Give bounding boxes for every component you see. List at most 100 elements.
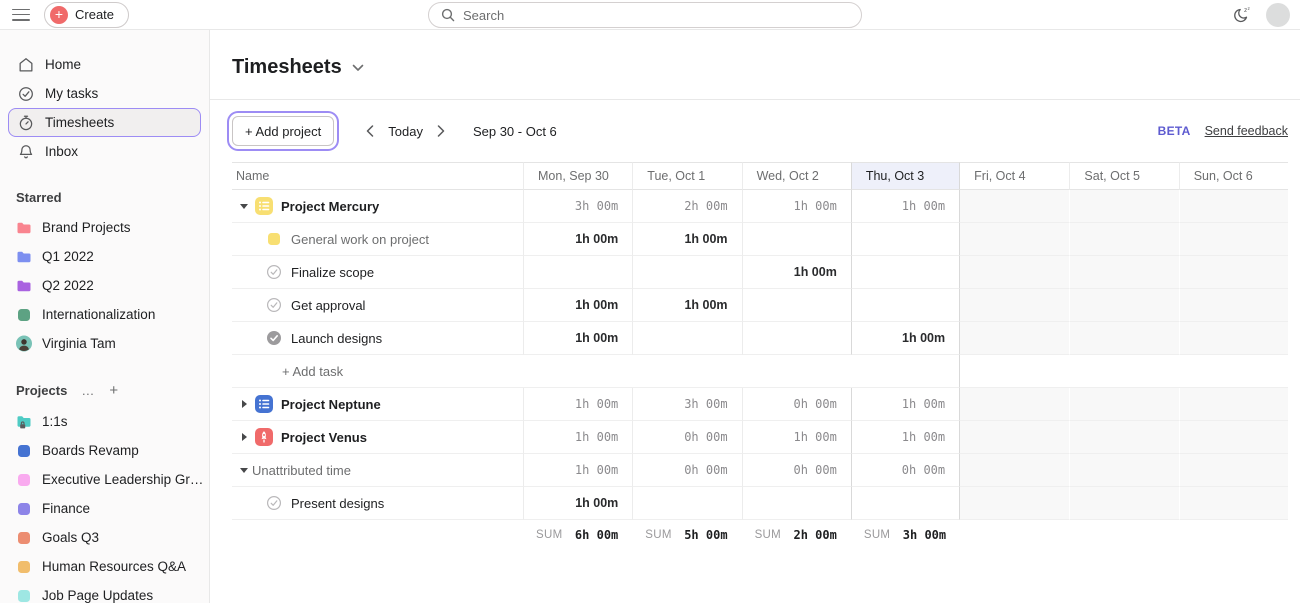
time-cell[interactable]: [1179, 223, 1288, 256]
time-cell[interactable]: [851, 256, 960, 289]
time-cell[interactable]: [1179, 487, 1288, 520]
sum-value: 6h 00m: [575, 528, 618, 542]
time-cell[interactable]: [632, 322, 741, 355]
check-circle-icon[interactable]: [264, 297, 284, 313]
snooze-moon-icon[interactable]: z z: [1232, 6, 1252, 24]
starred-item-virginia-tam[interactable]: Virginia Tam: [8, 329, 201, 358]
project-item-finance[interactable]: Finance: [8, 494, 201, 523]
check-circle-icon[interactable]: [264, 495, 284, 511]
time-cell[interactable]: [851, 223, 960, 256]
time-cell[interactable]: [1069, 322, 1178, 355]
create-button-label: Create: [75, 7, 114, 22]
sidebar-item-inbox[interactable]: Inbox: [8, 137, 201, 166]
sum-label: SUM: [645, 529, 671, 541]
project-item-executive-leadership-gr[interactable]: Executive Leadership Gr…: [8, 465, 201, 494]
time-cell: 3h 00m: [632, 388, 741, 421]
projects-add-icon[interactable]: +: [109, 382, 118, 399]
search-bar[interactable]: [428, 2, 862, 28]
list-item-label: Executive Leadership Gr…: [42, 472, 203, 487]
today-button[interactable]: Today: [388, 124, 423, 139]
project-row-project-mercury[interactable]: Project Mercury: [232, 190, 523, 223]
time-cell[interactable]: [1069, 487, 1178, 520]
time-cell[interactable]: 1h 00m: [523, 289, 632, 322]
project-item-goals-q3[interactable]: Goals Q3: [8, 523, 201, 552]
create-button[interactable]: + Create: [44, 2, 129, 28]
square-swatch: [16, 445, 32, 457]
sidebar-item-label: My tasks: [45, 86, 98, 101]
time-cell[interactable]: [523, 256, 632, 289]
time-cell[interactable]: 1h 00m: [632, 289, 741, 322]
chevron-down-icon[interactable]: [352, 64, 364, 72]
time-cell[interactable]: [742, 289, 851, 322]
time-cell[interactable]: [742, 487, 851, 520]
project-row-project-venus[interactable]: Project Venus: [232, 421, 523, 454]
time-cell[interactable]: [632, 256, 741, 289]
add-task-label[interactable]: + Add task: [236, 364, 343, 379]
projects-more-icon[interactable]: …: [81, 383, 95, 398]
time-cell[interactable]: [1069, 289, 1178, 322]
caret-down-icon[interactable]: [236, 204, 252, 209]
time-cell[interactable]: 1h 00m: [851, 322, 960, 355]
time-cell: 1h 00m: [523, 454, 632, 487]
time-cell[interactable]: [851, 487, 960, 520]
time-cell[interactable]: 1h 00m: [742, 256, 851, 289]
starred-item-internationalization[interactable]: Internationalization: [8, 300, 201, 329]
project-row-project-neptune[interactable]: Project Neptune: [232, 388, 523, 421]
project-row-label: Project Mercury: [281, 199, 379, 214]
time-cell[interactable]: [1179, 289, 1288, 322]
check-circle-icon[interactable]: [264, 264, 284, 280]
search-input[interactable]: [463, 8, 849, 23]
time-cell[interactable]: [960, 223, 1069, 256]
time-value: 3h 00m: [684, 397, 727, 411]
project-item-job-page-updates[interactable]: Job Page Updates: [8, 581, 201, 603]
user-avatar[interactable]: [1266, 3, 1290, 27]
project-item-boards-revamp[interactable]: Boards Revamp: [8, 436, 201, 465]
time-cell[interactable]: [1069, 223, 1178, 256]
time-cell[interactable]: [960, 256, 1069, 289]
time-cell[interactable]: 1h 00m: [523, 487, 632, 520]
sidebar-item-home[interactable]: Home: [8, 50, 201, 79]
add-project-button[interactable]: + Add project: [232, 116, 334, 146]
sum-cell: [1179, 520, 1288, 550]
starred-item-brand-projects[interactable]: Brand Projects: [8, 213, 201, 242]
time-cell[interactable]: 1h 00m: [523, 223, 632, 256]
add-task-button[interactable]: + Add task: [232, 355, 523, 388]
task-row-get-approval[interactable]: Get approval: [232, 289, 523, 322]
chevron-right-icon[interactable]: [431, 125, 451, 137]
task-row-general-work-on-project[interactable]: General work on project: [232, 223, 523, 256]
project-item-human-resources-q-a[interactable]: Human Resources Q&A: [8, 552, 201, 581]
task-row-finalize-scope[interactable]: Finalize scope: [232, 256, 523, 289]
time-cell[interactable]: [960, 487, 1069, 520]
sidebar-item-timesheets[interactable]: Timesheets: [8, 108, 201, 137]
task-row-launch-designs[interactable]: Launch designs: [232, 322, 523, 355]
time-cell[interactable]: [851, 289, 960, 322]
time-cell[interactable]: 1h 00m: [632, 223, 741, 256]
time-cell[interactable]: [632, 487, 741, 520]
project-rocket-icon: [254, 427, 274, 447]
list-item-label: Brand Projects: [42, 220, 131, 235]
task-row-present-designs[interactable]: Present designs: [232, 487, 523, 520]
caret-right-icon[interactable]: [236, 400, 252, 408]
chevron-left-icon[interactable]: [360, 125, 380, 137]
time-cell[interactable]: 1h 00m: [523, 322, 632, 355]
send-feedback-link[interactable]: Send feedback: [1205, 124, 1288, 138]
timer-icon: [17, 114, 35, 132]
starred-item-q1-2022[interactable]: Q1 2022: [8, 242, 201, 271]
caret-right-icon[interactable]: [236, 433, 252, 441]
time-cell[interactable]: [1179, 322, 1288, 355]
time-cell: 2h 00m: [632, 190, 741, 223]
time-cell[interactable]: [1179, 256, 1288, 289]
check-done-icon[interactable]: [264, 330, 284, 346]
time-cell[interactable]: [960, 289, 1069, 322]
caret-down-icon[interactable]: [236, 468, 252, 473]
sidebar-item-my-tasks[interactable]: My tasks: [8, 79, 201, 108]
project-row-unattributed-time[interactable]: Unattributed time: [232, 454, 523, 487]
starred-item-q2-2022[interactable]: Q2 2022: [8, 271, 201, 300]
time-cell[interactable]: [742, 322, 851, 355]
time-cell: [1069, 454, 1178, 487]
time-cell[interactable]: [1069, 256, 1178, 289]
project-item-1-1s[interactable]: 1:1s: [8, 407, 201, 436]
time-cell[interactable]: [960, 322, 1069, 355]
time-cell[interactable]: [742, 223, 851, 256]
hamburger-icon[interactable]: [12, 9, 30, 21]
